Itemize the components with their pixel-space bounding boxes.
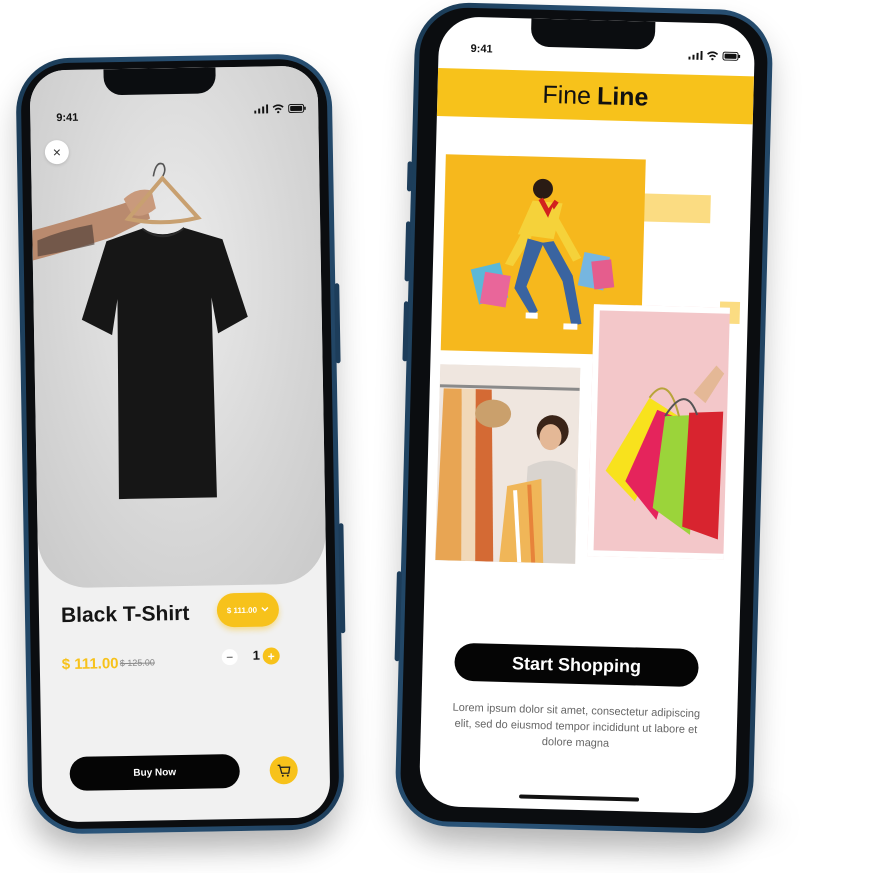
- notch: [530, 18, 656, 50]
- product-photo: [29, 65, 327, 589]
- product-title: Black T-Shirt: [60, 601, 190, 628]
- cart-icon: [277, 764, 291, 777]
- store-rack-photo: [435, 364, 581, 564]
- battery-icon: [722, 51, 741, 61]
- wifi-icon: [272, 104, 284, 114]
- minus-icon: −: [226, 650, 234, 665]
- decorative-bar: [640, 193, 711, 224]
- shopping-bags-photo: [587, 304, 730, 560]
- status-time: 9:41: [470, 42, 493, 56]
- brand-name-light: Fine: [542, 80, 592, 110]
- original-price: $ 125.00: [119, 657, 155, 669]
- landing-phone: 9:41 Fine Line Start Shopping Lorem ipsu…: [394, 1, 774, 835]
- brand-name-bold: Line: [596, 81, 649, 112]
- status-icons: [254, 103, 306, 114]
- wifi-icon: [707, 51, 719, 61]
- side-button: [404, 221, 412, 282]
- tshirt-image: [32, 162, 248, 500]
- brand-banner: Fine Line: [436, 68, 755, 125]
- status-time: 9:41: [56, 111, 79, 125]
- side-button: [406, 161, 413, 192]
- landing-screen: 9:41 Fine Line Start Shopping Lorem ipsu…: [418, 16, 756, 815]
- buy-now-button[interactable]: Buy Now: [69, 754, 241, 791]
- quantity-decrease-button[interactable]: −: [221, 649, 238, 666]
- battery-icon: [288, 103, 306, 114]
- quantity-value: 1: [252, 647, 261, 663]
- chevron-down-icon: [261, 607, 269, 612]
- signal-icon: [688, 50, 703, 60]
- clothing-rack-image: [435, 364, 581, 564]
- close-icon: ×: [52, 144, 62, 161]
- size-dropdown[interactable]: $ 111.00: [216, 592, 280, 628]
- side-button: [334, 283, 341, 364]
- shopping-bags-image: [605, 365, 725, 540]
- product-price: $ 111.00: [61, 655, 119, 674]
- quantity-increase-button[interactable]: +: [262, 647, 280, 665]
- size-dropdown-label: $ 111.00: [226, 605, 258, 615]
- product-screen: 9:41 × Black T-Shirt $ 111.00 $ 111.00 $…: [29, 65, 331, 823]
- description-text: Lorem ipsum dolor sit amet, consectetur …: [452, 701, 701, 750]
- plus-icon: +: [267, 648, 275, 664]
- side-button: [394, 571, 402, 662]
- home-indicator[interactable]: [519, 794, 640, 802]
- cart-button[interactable]: [269, 755, 298, 785]
- side-button: [338, 523, 346, 634]
- side-button: [402, 301, 409, 362]
- product-phone: 9:41 × Black T-Shirt $ 111.00 $ 111.00 $…: [15, 53, 346, 835]
- notch: [103, 67, 216, 96]
- status-icons: [688, 50, 741, 61]
- start-shopping-button[interactable]: Start Shopping: [454, 642, 699, 688]
- signal-icon: [254, 104, 269, 114]
